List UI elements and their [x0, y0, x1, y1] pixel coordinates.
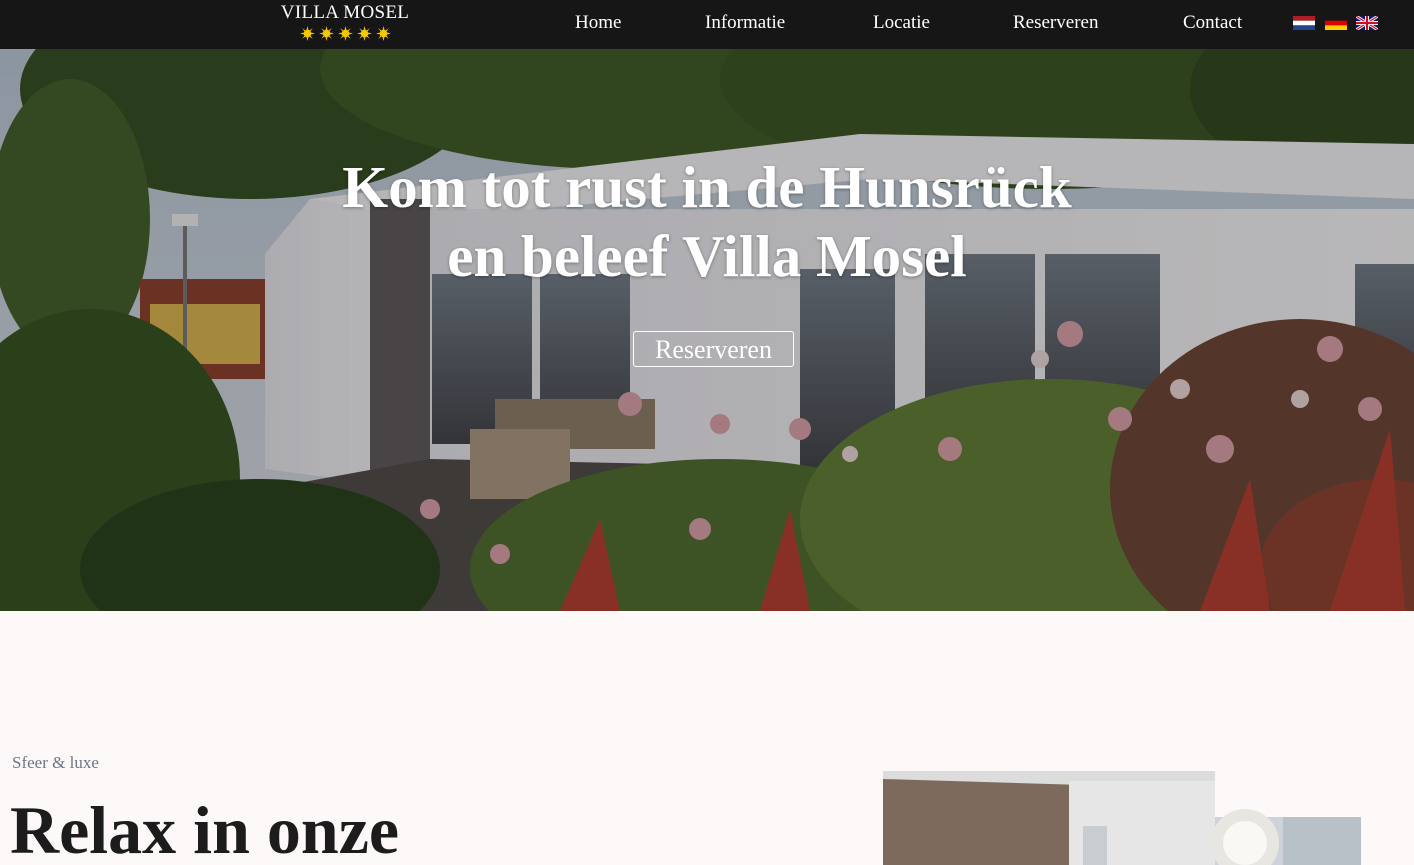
nav-informatie-link[interactable]: Informatie	[705, 12, 785, 34]
star-rating	[274, 26, 416, 41]
hero-title-line2: en beleef Villa Mosel	[447, 223, 967, 289]
logo-text: VILLA MOSEL	[280, 2, 410, 23]
nav-home-link[interactable]: Home	[575, 12, 621, 34]
star-icon	[375, 26, 391, 41]
interior-photo	[883, 771, 1361, 865]
reserveren-button[interactable]: Reserveren	[633, 331, 794, 367]
hero-banner: Kom tot rust in de Hunsrück en beleef Vi…	[0, 49, 1414, 611]
hero-title-line1: Kom tot rust in de Hunsrück	[342, 154, 1072, 220]
hero-title: Kom tot rust in de Hunsrück en beleef Vi…	[0, 153, 1414, 291]
star-icon	[356, 26, 372, 41]
site-logo[interactable]: VILLA MOSEL	[274, 2, 416, 41]
top-navbar: VILLA MOSEL Home Informatie Locatie Rese…	[0, 0, 1414, 49]
star-icon	[318, 26, 334, 41]
hero-overlay	[0, 49, 1414, 611]
nl-flag-icon[interactable]	[1293, 16, 1315, 30]
en-flag-icon[interactable]	[1356, 16, 1378, 30]
de-flag-icon[interactable]	[1325, 16, 1347, 30]
nav-reserveren-link[interactable]: Reserveren	[1013, 12, 1098, 34]
star-icon	[299, 26, 315, 41]
nav-locatie-link[interactable]: Locatie	[873, 12, 930, 34]
section-eyebrow: Sfeer & luxe	[12, 753, 99, 772]
section-heading: Relax in onze	[10, 792, 400, 865]
nav-contact-link[interactable]: Contact	[1183, 12, 1242, 34]
interior-image	[883, 771, 1361, 865]
star-icon	[337, 26, 353, 41]
